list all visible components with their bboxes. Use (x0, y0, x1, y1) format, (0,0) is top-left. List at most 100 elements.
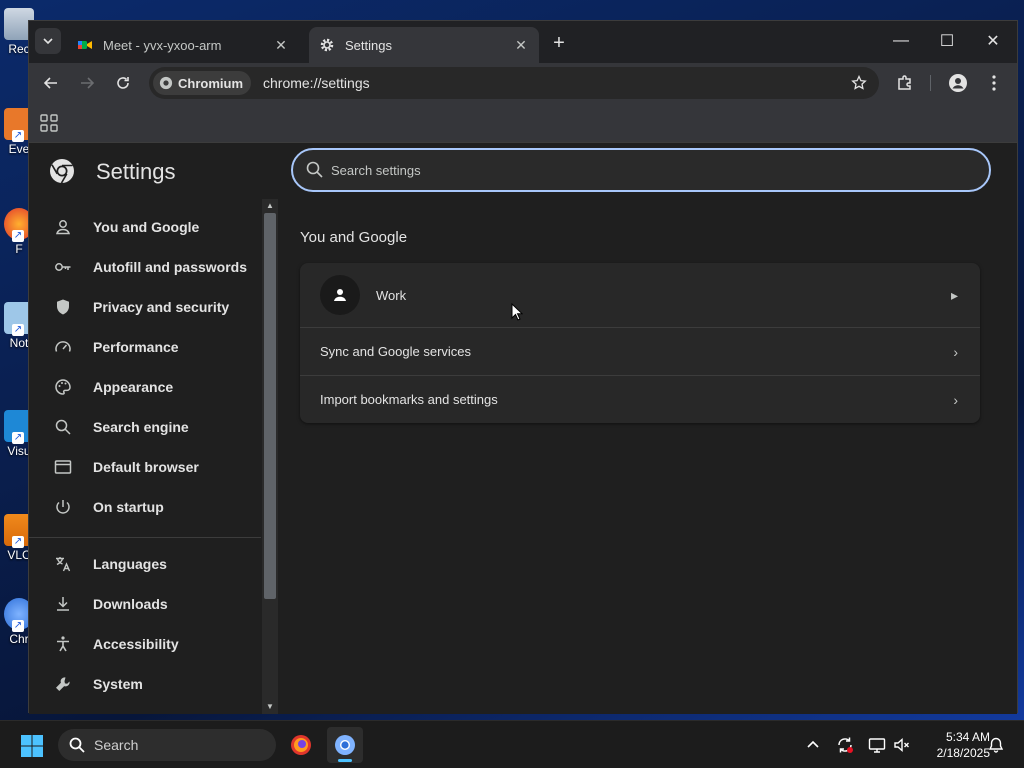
minimize-icon: — (893, 32, 909, 49)
minimize-button[interactable]: — (879, 27, 923, 55)
google-meet-icon (77, 37, 93, 53)
chip-label: Chromium (178, 75, 243, 91)
menu-button[interactable] (980, 69, 1008, 97)
windows-start-icon[interactable] (20, 734, 44, 758)
browser-window-icon (53, 457, 73, 477)
chromium-logo-icon (50, 159, 74, 184)
sync-label: Sync and Google services (320, 344, 472, 359)
mouse-cursor-icon (511, 303, 523, 321)
search-icon (306, 161, 323, 178)
close-tab-icon[interactable]: ✕ (273, 37, 289, 53)
tab-settings[interactable]: Settings ✕ (309, 27, 539, 63)
back-button[interactable] (37, 69, 65, 97)
apps-grid-icon[interactable] (39, 113, 59, 133)
sidebar-item-default-browser[interactable]: Default browser (29, 447, 261, 487)
bell-icon (988, 737, 1004, 753)
settings-sidenav: You and Google Autofill and passwords Pr… (29, 201, 261, 714)
settings-page: Settings You and Google Autofill and pas… (29, 143, 1017, 714)
taskbar-chromium[interactable] (327, 727, 363, 763)
sidebar-item-label: Default browser (93, 459, 199, 475)
sync-icon (838, 737, 853, 753)
clock-date: 2/18/2025 (936, 746, 990, 760)
taskbar: Search 5:34 AM 2/18/2025 (0, 720, 1024, 768)
new-tab-button[interactable]: + (547, 31, 571, 55)
sidebar-item-label: On startup (93, 499, 164, 515)
active-indicator (338, 759, 352, 762)
address-bar[interactable]: Chromium chrome://settings (149, 67, 879, 99)
scroll-up-arrow-icon[interactable]: ▲ (265, 201, 275, 211)
close-icon: ✕ (986, 33, 1000, 50)
maximize-button[interactable]: ☐ (925, 27, 969, 55)
url-text[interactable]: chrome://settings (263, 75, 845, 91)
tab-title: Settings (345, 37, 392, 53)
search-settings-input[interactable] (331, 162, 989, 178)
chevron-right-icon: › (953, 343, 958, 360)
taskbar-search[interactable]: Search (58, 729, 276, 761)
sidebar-item-on-startup[interactable]: On startup (29, 487, 261, 527)
import-label: Import bookmarks and settings (320, 392, 498, 407)
puzzle-icon (898, 75, 911, 90)
sidebar-item-label: You and Google (93, 219, 200, 235)
notifications-button[interactable] (986, 735, 1006, 755)
sidebar-item-label: Downloads (93, 596, 168, 612)
tray-volume-icon[interactable] (892, 735, 912, 755)
taskbar-firefox[interactable] (283, 727, 319, 763)
sidebar-item-performance[interactable]: Performance (29, 327, 261, 367)
forward-button[interactable] (73, 69, 101, 97)
sidebar-item-label: Accessibility (93, 636, 179, 652)
taskbar-search-label: Search (94, 737, 139, 753)
browser-window: Meet - yvx-yxoo-arm ✕ Settings ✕ + — ☐ ✕ (28, 20, 1018, 714)
arrow-left-icon (43, 77, 57, 89)
sidebar-item-accessibility[interactable]: Accessibility (29, 624, 261, 664)
sync-row[interactable]: Sync and Google services › (300, 327, 980, 375)
sidebar-item-system[interactable]: System (29, 664, 261, 704)
arrow-right-icon (81, 77, 95, 89)
sidenav-scrollbar[interactable]: ▲ ▼ (262, 199, 278, 714)
profile-name: Work (376, 287, 407, 303)
wrench-icon (53, 674, 73, 694)
sidebar-item-languages[interactable]: Languages (29, 544, 261, 584)
scroll-down-arrow-icon[interactable]: ▼ (265, 702, 275, 712)
sidebar-item-search-engine[interactable]: Search engine (29, 407, 261, 447)
profile-button[interactable] (944, 69, 972, 97)
clock-time: 5:34 AM (945, 730, 990, 744)
tray-network-icon[interactable] (867, 735, 887, 755)
sidebar-item-label: System (93, 676, 143, 692)
chevron-up-icon (807, 740, 819, 748)
sidebar-item-appearance[interactable]: Appearance (29, 367, 261, 407)
show-hidden-icons-button[interactable] (803, 735, 823, 755)
tab-meet[interactable]: Meet - yvx-yxoo-arm ✕ (67, 27, 299, 63)
section-title: You and Google (300, 229, 408, 246)
search-icon (53, 417, 73, 437)
download-icon (53, 594, 73, 614)
scrollbar-thumb[interactable] (264, 213, 276, 599)
close-tab-icon[interactable]: ✕ (513, 37, 529, 53)
close-window-button[interactable]: ✕ (971, 27, 1015, 55)
tray-update-icon[interactable] (835, 735, 855, 755)
palette-icon (53, 377, 73, 397)
bookmarks-bar (29, 103, 1017, 143)
plus-icon: + (553, 31, 565, 54)
chromium-icon (335, 735, 355, 755)
import-row[interactable]: Import bookmarks and settings › (300, 375, 980, 423)
search-settings-box[interactable] (291, 148, 991, 192)
sidebar-item-label: Search engine (93, 419, 189, 435)
sidebar-item-you-and-google[interactable]: You and Google (29, 207, 261, 247)
avatar (320, 275, 360, 315)
tab-search-button[interactable] (35, 28, 61, 54)
person-icon (53, 217, 73, 237)
key-icon (53, 257, 73, 277)
reload-button[interactable] (109, 69, 137, 97)
profile-row[interactable]: Work ▸ (300, 263, 980, 327)
search-icon (69, 737, 85, 753)
sidebar-item-downloads[interactable]: Downloads (29, 584, 261, 624)
sidebar-item-autofill[interactable]: Autofill and passwords (29, 247, 261, 287)
sidebar-item-privacy[interactable]: Privacy and security (29, 287, 261, 327)
extensions-button[interactable] (891, 69, 919, 97)
bookmark-star-button[interactable] (845, 69, 873, 97)
site-info-chip[interactable]: Chromium (153, 71, 251, 95)
taskbar-clock[interactable]: 5:34 AM 2/18/2025 (918, 729, 990, 761)
you-and-google-card: Work ▸ Sync and Google services › Import… (300, 263, 980, 423)
gear-icon (319, 37, 335, 53)
page-title: Settings (96, 159, 176, 184)
